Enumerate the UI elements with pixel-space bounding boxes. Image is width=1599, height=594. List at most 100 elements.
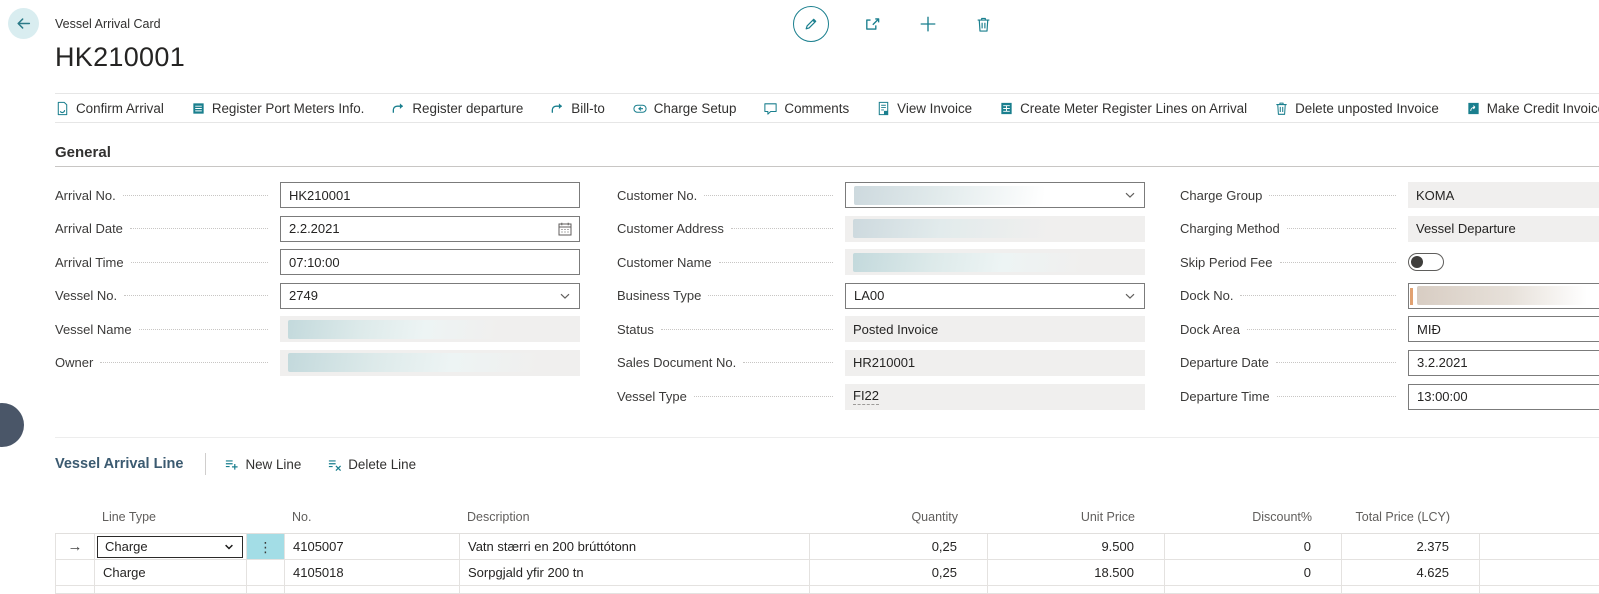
delete-line-button[interactable]: Delete Line [327, 457, 416, 472]
invoice-document-icon [876, 101, 891, 116]
row-options-cell[interactable]: ⋮ [247, 534, 285, 560]
discount-cell[interactable]: 0 [1165, 560, 1342, 586]
unit-price-cell[interactable]: 18.500 [988, 560, 1165, 586]
unit-price-cell[interactable]: 9.500 [988, 534, 1165, 560]
side-panel-handle[interactable] [0, 403, 24, 447]
calendar-icon[interactable] [557, 221, 573, 240]
header-row-indicator [55, 488, 95, 533]
field-value: 2749 [289, 288, 318, 303]
header-description[interactable]: Description [460, 488, 810, 533]
line-type-select[interactable]: Charge [97, 536, 243, 558]
charging-method-field: Vessel Departure [1408, 216, 1599, 242]
total-price-cell[interactable]: 4.625 [1342, 560, 1480, 586]
quantity-cell[interactable]: 0,25 [810, 560, 988, 586]
skip-period-fee-toggle[interactable] [1408, 253, 1444, 271]
header-line-type[interactable]: Line Type [95, 488, 247, 533]
charge-card-icon [632, 101, 648, 116]
field-departure-time: Departure Time 13:00:00 [1180, 384, 1599, 410]
field-value-drilldown[interactable]: FI22 [853, 388, 879, 405]
total-price-cell[interactable]: 2.375 [1342, 534, 1480, 560]
plus-icon [919, 15, 937, 33]
dotted-leader [743, 362, 833, 363]
redacted-value [853, 253, 1083, 272]
row-options-cell[interactable] [247, 560, 285, 586]
delete-button[interactable] [972, 13, 994, 35]
sales-document-no-field: HR210001 [845, 350, 1145, 376]
credit-document-icon [1466, 101, 1481, 116]
action-delete-unposted-invoice[interactable]: Delete unposted Invoice [1274, 101, 1439, 116]
action-make-credit-invoice[interactable]: Make Credit Invoice [1466, 101, 1599, 116]
header-discount[interactable]: Discount% [1165, 488, 1342, 533]
departure-date-input[interactable]: 3.2.2021 [1408, 350, 1599, 376]
departure-time-input[interactable]: 13:00:00 [1408, 384, 1599, 410]
owner-field [280, 350, 580, 376]
field-sales-document-no: Sales Document No. HR210001 [617, 350, 1145, 376]
header-total-price[interactable]: Total Price (LCY) [1342, 488, 1480, 533]
field-value: Posted Invoice [853, 322, 938, 337]
chevron-down-icon[interactable] [557, 288, 573, 307]
dotted-leader [1269, 195, 1396, 196]
field-value: HK210001 [289, 188, 350, 203]
share-button[interactable] [862, 13, 884, 35]
dotted-leader [661, 329, 833, 330]
line-type-cell[interactable]: Charge [95, 560, 247, 586]
arrival-time-input[interactable]: 07:10:00 [280, 249, 580, 275]
action-confirm-arrival[interactable]: Confirm Arrival [55, 101, 164, 116]
customer-no-dropdown[interactable] [845, 182, 1145, 208]
new-line-button[interactable]: New Line [224, 457, 301, 472]
field-arrival-time: Arrival Time 07:10:00 [55, 249, 580, 275]
dotted-leader [1277, 396, 1396, 397]
no-cell[interactable]: 4105018 [285, 560, 460, 586]
dock-area-input[interactable]: MIÐ [1408, 316, 1599, 342]
chevron-down-icon[interactable] [1122, 288, 1138, 307]
field-value: 07:10:00 [289, 255, 340, 270]
description-cell[interactable]: Vatn stærri en 200 brúttótonn [460, 534, 810, 560]
arrival-no-input[interactable]: HK210001 [280, 182, 580, 208]
action-charge-setup[interactable]: Charge Setup [632, 101, 737, 116]
table-row[interactable]: Charge 4105018 Sorpgjald yfir 200 tn 0,2… [55, 560, 1599, 586]
table-row[interactable]: → Charge ⋮ 4105007 Vatn stærri en 200 br… [55, 534, 1599, 560]
action-bill-to[interactable]: Bill-to [550, 101, 604, 116]
action-label: Create Meter Register Lines on Arrival [1020, 101, 1247, 116]
no-cell[interactable]: 4105007 [285, 534, 460, 560]
skip-period-fee-control [1408, 249, 1599, 275]
field-customer-name: Customer Name [617, 249, 1145, 275]
action-label: View Invoice [897, 101, 972, 116]
action-bar: Confirm Arrival Register Port Meters Inf… [55, 93, 1599, 123]
redacted-value [854, 186, 1044, 205]
chevron-down-icon[interactable] [1122, 187, 1138, 206]
vessel-no-dropdown[interactable]: 2749 [280, 283, 580, 309]
section-title-general: General [55, 144, 111, 161]
action-label: Charge Setup [654, 101, 737, 116]
header-no[interactable]: No. [285, 488, 460, 533]
action-comments[interactable]: Comments [763, 101, 849, 116]
action-create-meter-register-lines[interactable]: Create Meter Register Lines on Arrival [999, 101, 1247, 116]
field-label: Arrival Date [55, 221, 123, 236]
action-view-invoice[interactable]: View Invoice [876, 101, 972, 116]
edit-button[interactable] [793, 6, 829, 42]
active-row-arrow-icon: → [68, 538, 83, 555]
discount-cell[interactable]: 0 [1165, 534, 1342, 560]
back-button[interactable] [8, 8, 39, 39]
business-type-dropdown[interactable]: LA00 [845, 283, 1145, 309]
vertical-divider [205, 453, 206, 475]
arrival-date-input[interactable]: 2.2.2021 [280, 216, 580, 242]
action-register-departure[interactable]: Register departure [391, 101, 523, 116]
vessel-arrival-lines-table: Line Type No. Description Quantity Unit … [55, 488, 1599, 594]
dock-no-input[interactable] [1408, 283, 1599, 309]
dotted-leader [694, 396, 833, 397]
header-unit-price[interactable]: Unit Price [988, 488, 1165, 533]
action-label: Register departure [412, 101, 523, 116]
header-quantity[interactable]: Quantity [810, 488, 988, 533]
quantity-cell[interactable]: 0,25 [810, 534, 988, 560]
field-dock-area: Dock Area MIÐ [1180, 316, 1599, 342]
trash-icon [975, 16, 992, 33]
add-new-button[interactable] [917, 13, 939, 35]
field-label: Vessel Name [55, 322, 132, 337]
description-cell[interactable]: Sorpgjald yfir 200 tn [460, 560, 810, 586]
dotted-leader [704, 195, 833, 196]
field-label: Dock No. [1180, 288, 1233, 303]
field-label: Vessel Type [617, 389, 687, 404]
action-register-port-meters[interactable]: Register Port Meters Info. [191, 101, 365, 116]
page-caption: Vessel Arrival Card [55, 17, 161, 31]
